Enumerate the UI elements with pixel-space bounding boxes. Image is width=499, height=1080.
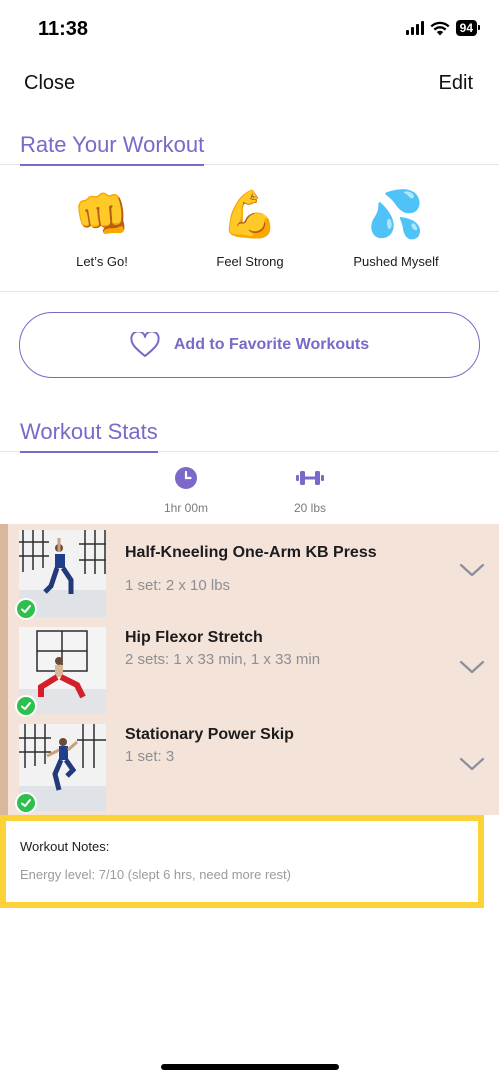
exercise-name: Hip Flexor Stretch — [125, 629, 263, 646]
stats-row: 1hr 00m 20 lbs — [0, 462, 499, 524]
workout-notes-text: Energy level: 7/10 (slept 6 hrs, need mo… — [20, 867, 291, 882]
exercise-name: Stationary Power Skip — [125, 726, 294, 743]
edit-button[interactable]: Edit — [439, 72, 473, 95]
rating-label: Let’s Go! — [76, 254, 128, 269]
stat-weight: 20 lbs — [265, 466, 355, 515]
add-to-favorites-label: Add to Favorite Workouts — [173, 336, 370, 353]
wifi-icon — [430, 21, 450, 35]
workout-notes[interactable]: Workout Notes: Energy level: 7/10 (slept… — [0, 815, 484, 908]
stats-section-title: Workout Stats — [20, 419, 158, 453]
rate-section-title: Rate Your Workout — [20, 132, 205, 166]
close-button[interactable]: Close — [24, 72, 75, 95]
chevron-down-icon[interactable] — [459, 562, 485, 578]
sweat-droplets-icon: 💦 — [367, 187, 425, 241]
battery-indicator: 94 — [455, 20, 481, 36]
stat-duration-value: 1hr 00m — [163, 501, 209, 515]
exercise-list: Half-Kneeling One-Arm KB Press 1 set: 2 … — [0, 524, 499, 815]
exercise-sets: 1 set: 2 x 10 lbs — [125, 577, 231, 594]
status-icons: 94 — [405, 20, 481, 36]
exercise-row[interactable]: Stationary Power Skip 1 set: 3 — [8, 718, 499, 815]
chevron-down-icon[interactable] — [459, 659, 485, 675]
cellular-signal-icon — [405, 21, 424, 35]
dumbbell-icon — [296, 471, 324, 485]
heart-outline-icon — [130, 332, 160, 357]
status-time: 11:38 — [38, 18, 89, 40]
home-indicator[interactable] — [161, 1064, 339, 1070]
add-to-favorites-button[interactable]: Add to Favorite Workouts — [19, 312, 480, 378]
rating-label: Feel Strong — [216, 254, 284, 269]
exercise-sets: 1 set: 3 — [125, 748, 175, 765]
chevron-down-icon[interactable] — [459, 756, 485, 772]
flexed-biceps-icon: 💪 — [221, 187, 279, 241]
exercise-row[interactable]: Half-Kneeling One-Arm KB Press 1 set: 2 … — [8, 524, 499, 621]
rating-option-lets-go[interactable]: 👊 Let’s Go! — [32, 184, 172, 269]
rating-label: Pushed Myself — [353, 254, 439, 269]
completed-check-icon — [15, 792, 37, 814]
exercise-row[interactable]: Hip Flexor Stretch 2 sets: 1 x 33 min, 1… — [8, 621, 499, 718]
stat-duration: 1hr 00m — [141, 466, 231, 515]
stat-weight-value: 20 lbs — [293, 501, 327, 515]
nav-bar: Close Edit — [0, 70, 499, 100]
fist-bump-icon: 👊 — [73, 187, 131, 241]
rating-option-pushed-myself[interactable]: 💦 Pushed Myself — [326, 184, 466, 269]
exercise-sets: 2 sets: 1 x 33 min, 1 x 33 min — [125, 651, 321, 668]
rating-options: 👊 Let’s Go! 💪 Feel Strong 💦 Pushed Mysel… — [0, 166, 499, 292]
completed-check-icon — [15, 695, 37, 717]
rate-section-header: Rate Your Workout — [0, 128, 499, 166]
workout-notes-title: Workout Notes: — [20, 839, 110, 854]
completed-check-icon — [15, 598, 37, 620]
exercise-name: Half-Kneeling One-Arm KB Press — [125, 544, 377, 561]
status-bar: 11:38 94 — [0, 0, 499, 60]
stats-section-header: Workout Stats — [0, 415, 499, 453]
clock-icon — [175, 467, 197, 489]
rating-option-feel-strong[interactable]: 💪 Feel Strong — [180, 184, 320, 269]
